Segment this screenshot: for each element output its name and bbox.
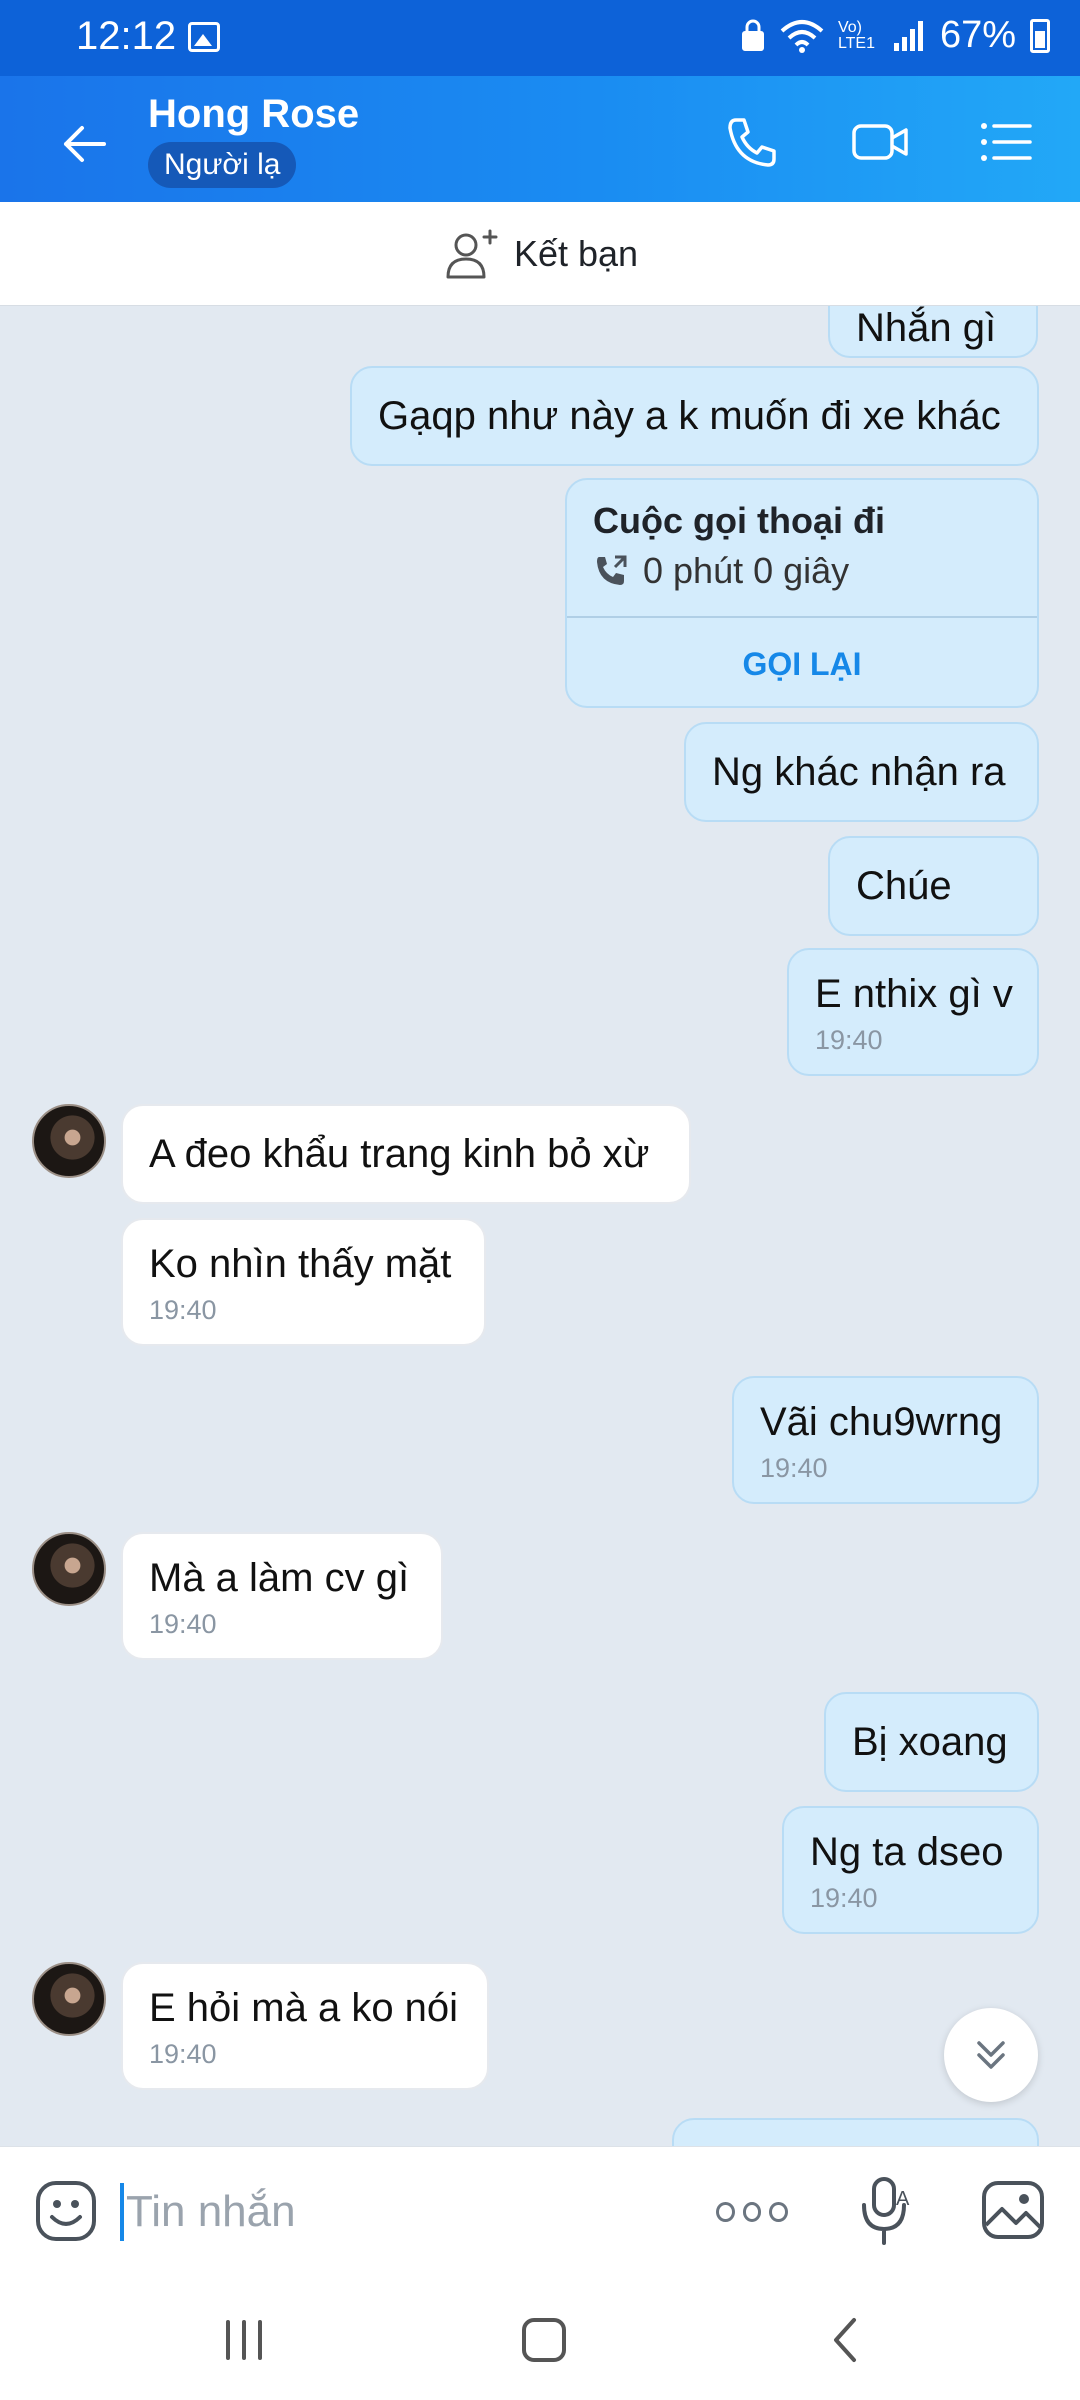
emoji-icon[interactable] [34, 2179, 98, 2243]
contact-avatar[interactable] [32, 1962, 106, 2036]
add-friend-bar[interactable]: Kết bạn [0, 202, 1080, 306]
text-caret [120, 2183, 124, 2241]
voice-to-text-mic-icon[interactable]: A [856, 2175, 916, 2247]
message-time: 19:40 [149, 1609, 217, 1639]
video-call-icon[interactable] [850, 112, 910, 172]
recent-apps-icon[interactable] [214, 2310, 274, 2370]
phone-icon[interactable] [722, 112, 782, 172]
message-time: 19:40 [149, 2039, 217, 2069]
network-type-label: Vo) LTE1 [837, 18, 875, 52]
phone-outgoing-icon [597, 555, 627, 585]
status-time: 12:12 [76, 14, 177, 58]
message-bubble-in[interactable]: A đeo khẩu trang kinh bỏ xừ [121, 1104, 691, 1204]
gallery-icon[interactable] [980, 2179, 1046, 2241]
message-bubble-in[interactable]: Ko nhìn thấy mặt 19:40 [121, 1218, 486, 1346]
message-bubble-out[interactable]: Ng khác nhận ra [684, 722, 1039, 822]
call-title: Cuộc gọi thoại đi [593, 500, 885, 541]
message-text: Mà a làm cv gì [149, 1556, 410, 1600]
contact-name[interactable]: Hong Rose [148, 92, 359, 137]
message-bubble-in[interactable]: Mà a làm cv gì 19:40 [121, 1532, 443, 1660]
message-text: Chúe [856, 864, 952, 908]
message-input[interactable] [126, 2173, 666, 2251]
svg-text:A: A [896, 2188, 910, 2210]
chevron-double-down-icon [977, 2041, 1005, 2069]
message-text: Ko nhìn thấy mặt [149, 1242, 452, 1286]
message-bubble-out[interactable]: Nhắn gì [828, 306, 1038, 358]
message-text: Bị xoang [852, 1720, 1008, 1764]
message-text: Gạqp như này a k muốn đi xe khác [378, 394, 1001, 438]
message-text: Nhắn gì [856, 306, 997, 350]
contact-avatar[interactable] [32, 1532, 106, 1606]
battery-percent: 67% [939, 14, 1016, 56]
message-time: 19:40 [810, 1883, 878, 1913]
message-text: Vãi chu9wrng [760, 1400, 1003, 1444]
message-bubble-in[interactable]: E hỏi mà a ko nói 19:40 [121, 1962, 489, 2090]
wifi-icon [780, 19, 824, 53]
call-card: Cuộc gọi thoại đi 0 phút 0 giây GỌI LẠI [565, 478, 1039, 708]
contact-avatar[interactable] [32, 1104, 106, 1178]
message-bubble-out[interactable]: Vãi chu9wrng 19:40 [732, 1376, 1039, 1504]
signal-icon [893, 20, 923, 51]
message-bubble-out[interactable]: E nthix gì v 19:40 [787, 948, 1039, 1076]
message-composer: A [0, 2146, 1080, 2276]
gallery-notification-icon [188, 22, 220, 52]
message-bubble-out[interactable]: Bị xoang [824, 1692, 1039, 1792]
stranger-badge: Người lạ [148, 142, 297, 188]
message-text: Ng khác nhận ra [712, 750, 1006, 794]
message-bubble-out[interactable]: Chúe [828, 836, 1039, 936]
message-time: 19:40 [149, 1295, 217, 1325]
add-friend-label: Kết bạn [513, 232, 639, 274]
menu-list-icon[interactable] [976, 112, 1036, 172]
message-bubble-out[interactable]: Gạqp như này a k muốn đi xe khác [350, 366, 1039, 466]
message-time: 19:40 [760, 1453, 828, 1483]
call-duration: 0 phút 0 giây [643, 550, 850, 591]
status-bar: 12:12 Vo) LTE1 67% [0, 0, 1080, 76]
message-text: E hỏi mà a ko nói [149, 1986, 459, 2030]
back-icon[interactable] [818, 2310, 878, 2370]
add-person-icon [446, 229, 498, 278]
call-back-button[interactable]: GỌI LẠI [567, 618, 1037, 706]
message-text: Ng ta dseo [810, 1830, 1004, 1874]
home-icon[interactable] [514, 2310, 574, 2370]
back-arrow-icon[interactable] [54, 114, 114, 174]
message-text: E nthix gì v [815, 972, 1013, 1016]
system-nav-bar [0, 2276, 1080, 2400]
scroll-to-bottom-button[interactable] [944, 2008, 1038, 2102]
battery-icon [1030, 18, 1050, 53]
lock-icon [741, 19, 764, 51]
chat-area[interactable]: Nhắn gì Gạqp như này a k muốn đi xe khác… [0, 306, 1080, 2146]
more-icon[interactable] [716, 2195, 789, 2229]
message-text: A đeo khẩu trang kinh bỏ xừ [149, 1132, 650, 1176]
chat-header: Hong Rose Người lạ [0, 76, 1080, 202]
message-bubble-out[interactable]: Ng ta dseo 19:40 [782, 1806, 1039, 1934]
message-bubble-out[interactable] [672, 2118, 1039, 2146]
status-right: Vo) LTE1 67% [740, 14, 1050, 57]
call-duration-row: 0 phút 0 giây [593, 550, 849, 592]
message-time: 19:40 [815, 1025, 883, 1055]
